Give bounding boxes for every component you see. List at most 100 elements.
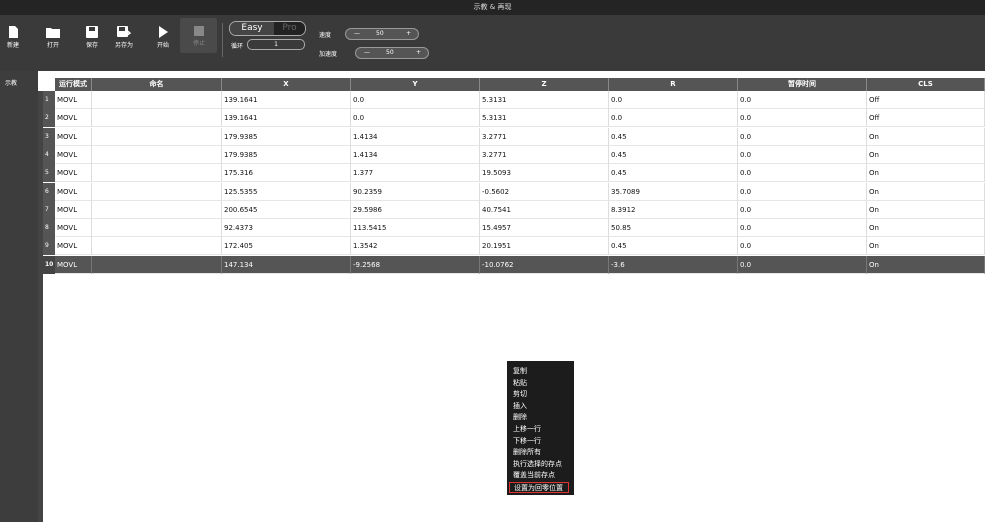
cell-z[interactable]: 15.4957 [480,219,609,238]
accel-increase[interactable]: + [416,49,421,56]
row-index[interactable]: 4 [43,145,55,164]
cell-pause[interactable]: 0.0 [738,145,867,164]
cell-mode[interactable]: MOVL [55,109,92,128]
cell-y[interactable]: 1.4134 [351,145,480,164]
cell-y[interactable]: 1.377 [351,164,480,183]
row-index[interactable]: 9 [43,237,55,256]
cell-pause[interactable]: 0.0 [738,127,867,146]
cell-cls[interactable]: Off [867,91,985,109]
context-menu-item[interactable]: 插入 [513,401,527,412]
table-row[interactable]: 9 MOVL 172.405 1.3542 20.1951 0.45 0.0 On [38,237,985,256]
table-row[interactable]: 3 MOVL 179.9385 1.4134 3.2771 0.45 0.0 On [38,127,985,146]
cell-cls[interactable]: On [867,200,985,219]
cell-cls[interactable]: On [867,145,985,164]
cell-cls[interactable]: On [867,219,985,238]
stop-button[interactable]: 停止 [186,19,212,63]
cell-name[interactable] [92,109,222,128]
cell-pause[interactable]: 0.0 [738,237,867,256]
cell-z[interactable]: 3.2771 [480,145,609,164]
cell-pause[interactable]: 0.0 [738,182,867,201]
loop-input[interactable]: 1 [247,39,305,50]
cell-r[interactable]: 0.45 [609,127,738,146]
context-menu-item[interactable]: 粘贴 [513,378,527,389]
mode-toggle[interactable]: Easy Pro [229,21,306,36]
cell-z[interactable]: 40.7541 [480,200,609,219]
column-header-x[interactable]: X [222,78,351,91]
table-row[interactable]: 2 MOVL 139.1641 0.0 5.3131 0.0 0.0 Off [38,109,985,128]
cell-cls[interactable]: Off [867,109,985,128]
cell-x[interactable]: 125.5355 [222,182,351,201]
cell-r[interactable]: 50.85 [609,219,738,238]
cell-z[interactable]: 19.5093 [480,164,609,183]
cell-r[interactable]: 0.45 [609,164,738,183]
mode-pro[interactable]: Pro [274,22,305,35]
cell-mode[interactable]: MOVL [55,200,92,219]
cell-y[interactable]: 0.0 [351,109,480,128]
context-menu-item[interactable]: 复制 [513,366,527,377]
cell-z[interactable]: 5.3131 [480,109,609,128]
cell-name[interactable] [92,164,222,183]
row-index[interactable]: 6 [43,182,55,201]
table-row[interactable]: 5 MOVL 175.316 1.377 19.5093 0.45 0.0 On [38,164,985,183]
speed-increase[interactable]: + [406,30,411,37]
context-menu-item[interactable]: 覆盖当前存点 [513,470,555,481]
cell-x[interactable]: 179.9385 [222,145,351,164]
row-index[interactable]: 2 [43,109,55,128]
cell-r[interactable]: 0.45 [609,237,738,256]
context-menu-item[interactable]: 上移一行 [513,424,541,435]
column-header-pause[interactable]: 暂停时间 [738,78,867,91]
start-button[interactable]: 开始 [150,19,176,63]
cell-z[interactable]: 20.1951 [480,237,609,256]
row-index[interactable]: 7 [43,200,55,219]
cell-r[interactable]: 0.0 [609,109,738,128]
row-index[interactable]: 1 [43,91,55,109]
cell-z[interactable]: 5.3131 [480,91,609,109]
cell-mode[interactable]: MOVL [55,182,92,201]
cell-mode[interactable]: MOVL [55,164,92,183]
cell-name[interactable] [92,255,222,274]
cell-r[interactable]: 0.45 [609,145,738,164]
table-row[interactable]: 10 MOVL 147.134 -9.2568 -10.0762 -3.6 0.0 On [38,255,985,274]
cell-name[interactable] [92,237,222,256]
cell-cls[interactable]: On [867,237,985,256]
cell-pause[interactable]: 0.0 [738,200,867,219]
cell-y[interactable]: 1.4134 [351,127,480,146]
cell-pause[interactable]: 0.0 [738,109,867,128]
cell-y[interactable]: -9.2568 [351,255,480,274]
cell-mode[interactable]: MOVL [55,145,92,164]
cell-name[interactable] [92,182,222,201]
cell-r[interactable]: 35.7089 [609,182,738,201]
cell-cls[interactable]: On [867,164,985,183]
cell-y[interactable]: 29.5986 [351,200,480,219]
accel-slider[interactable]: — 50 + [355,47,429,59]
cell-y[interactable]: 90.2359 [351,182,480,201]
row-index[interactable]: 5 [43,164,55,183]
table-row[interactable]: 7 MOVL 200.6545 29.5986 40.7541 8.3912 0.0 On [38,200,985,219]
column-header-z[interactable]: Z [480,78,609,91]
cell-z[interactable]: 3.2771 [480,127,609,146]
cell-mode[interactable]: MOVL [55,255,92,274]
sidebar-tab-teach[interactable]: 示教 [5,78,17,87]
column-header-mode[interactable]: 运行模式 [55,78,92,91]
cell-x[interactable]: 147.134 [222,255,351,274]
cell-pause[interactable]: 0.0 [738,91,867,109]
cell-y[interactable]: 113.5415 [351,219,480,238]
cell-name[interactable] [92,91,222,109]
cell-z[interactable]: -0.5602 [480,182,609,201]
speed-slider[interactable]: — 50 + [345,28,419,40]
table-row[interactable]: 8 MOVL 92.4373 113.5415 15.4957 50.85 0.0 On [38,219,985,238]
cell-z[interactable]: -10.0762 [480,255,609,274]
open-button[interactable]: 打开 [40,19,66,63]
column-header-name[interactable]: 命名 [92,78,222,91]
cell-name[interactable] [92,200,222,219]
column-header-cls[interactable]: CLS [867,78,985,91]
cell-x[interactable]: 200.6545 [222,200,351,219]
cell-y[interactable]: 0.0 [351,91,480,109]
table-row[interactable]: 6 MOVL 125.5355 90.2359 -0.5602 35.7089 0.0 On [38,182,985,201]
cell-r[interactable]: 8.3912 [609,200,738,219]
cell-name[interactable] [92,127,222,146]
cell-pause[interactable]: 0.0 [738,255,867,274]
cell-mode[interactable]: MOVL [55,127,92,146]
cell-x[interactable]: 139.1641 [222,91,351,109]
cell-x[interactable]: 175.316 [222,164,351,183]
